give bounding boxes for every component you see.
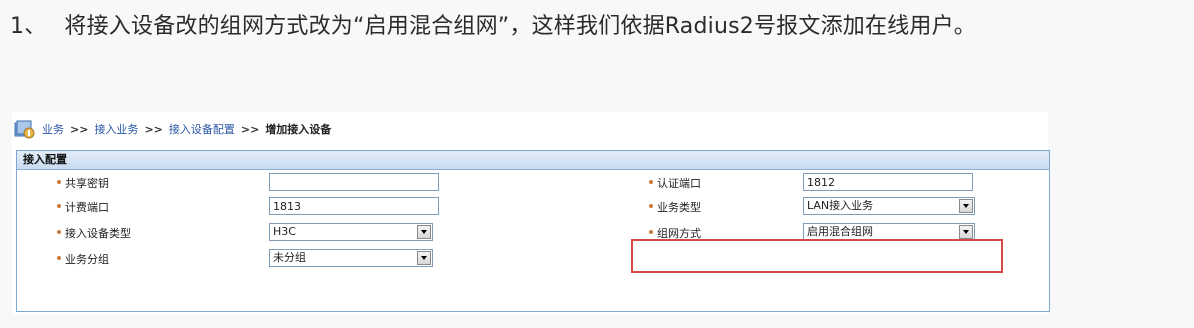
form-row: 计费端口 业务类型 LAN接入业务	[17, 195, 1049, 217]
instruction-paragraph: 1、 将接入设备改的组网方式改为“启用混合组网”，这样我们依据Radius2号报文…	[10, 6, 1186, 48]
bullet-icon	[57, 256, 61, 260]
access-config-panel: 接入配置 共享密钥 认证端口 计费端口 业务类型 LAN接入业务 接入设备类型	[16, 150, 1050, 312]
chevron-down-icon[interactable]	[417, 251, 431, 265]
chevron-down-icon[interactable]	[959, 225, 973, 239]
device-type-select[interactable]: H3C	[269, 223, 433, 241]
auth-port-input[interactable]	[803, 173, 973, 191]
bullet-icon	[57, 204, 61, 208]
breadcrumb: 业务 >> 接入业务 >> 接入设备配置 >> 增加接入设备	[12, 112, 1048, 146]
service-folder-icon	[14, 118, 36, 140]
panel-title: 接入配置	[17, 151, 1049, 170]
device-type-value: H3C	[273, 225, 296, 238]
breadcrumb-item-service[interactable]: 业务	[42, 121, 64, 137]
service-group-label: 业务分组	[65, 253, 109, 266]
highlight-box	[631, 239, 1003, 273]
bullet-icon	[649, 230, 653, 234]
shared-key-input[interactable]	[269, 173, 439, 191]
step-number: 1、	[10, 14, 47, 39]
service-group-value: 未分组	[273, 251, 306, 264]
step-text: 将接入设备改的组网方式改为“启用混合组网”，这样我们依据Radius2号报文添加…	[64, 14, 976, 39]
chevron-down-icon[interactable]	[417, 225, 431, 239]
embedded-screenshot: 业务 >> 接入业务 >> 接入设备配置 >> 增加接入设备 接入配置 共享密钥…	[12, 112, 1050, 314]
bullet-icon	[649, 204, 653, 208]
bullet-icon	[57, 230, 61, 234]
service-group-select[interactable]: 未分组	[269, 249, 433, 267]
service-type-label: 业务类型	[657, 201, 701, 214]
chevron-down-icon[interactable]	[959, 199, 973, 213]
auth-port-label: 认证端口	[657, 177, 701, 190]
acct-port-input[interactable]	[269, 197, 439, 215]
breadcrumb-separator: >>	[144, 122, 163, 136]
bullet-icon	[649, 180, 653, 184]
shared-key-label: 共享密钥	[65, 177, 109, 190]
breadcrumb-item-access-device-config[interactable]: 接入设备配置	[169, 121, 235, 137]
bullet-icon	[57, 180, 61, 184]
network-mode-value: 启用混合组网	[807, 225, 873, 238]
service-type-value: LAN接入业务	[807, 199, 874, 212]
form-row: 共享密钥 认证端口	[17, 171, 1049, 193]
device-type-label: 接入设备类型	[65, 227, 131, 240]
breadcrumb-separator: >>	[70, 122, 89, 136]
breadcrumb-current: 增加接入设备	[265, 123, 332, 136]
service-type-select[interactable]: LAN接入业务	[803, 197, 975, 215]
breadcrumb-separator: >>	[240, 122, 260, 136]
acct-port-label: 计费端口	[65, 201, 109, 214]
breadcrumb-item-access-service[interactable]: 接入业务	[94, 121, 138, 137]
